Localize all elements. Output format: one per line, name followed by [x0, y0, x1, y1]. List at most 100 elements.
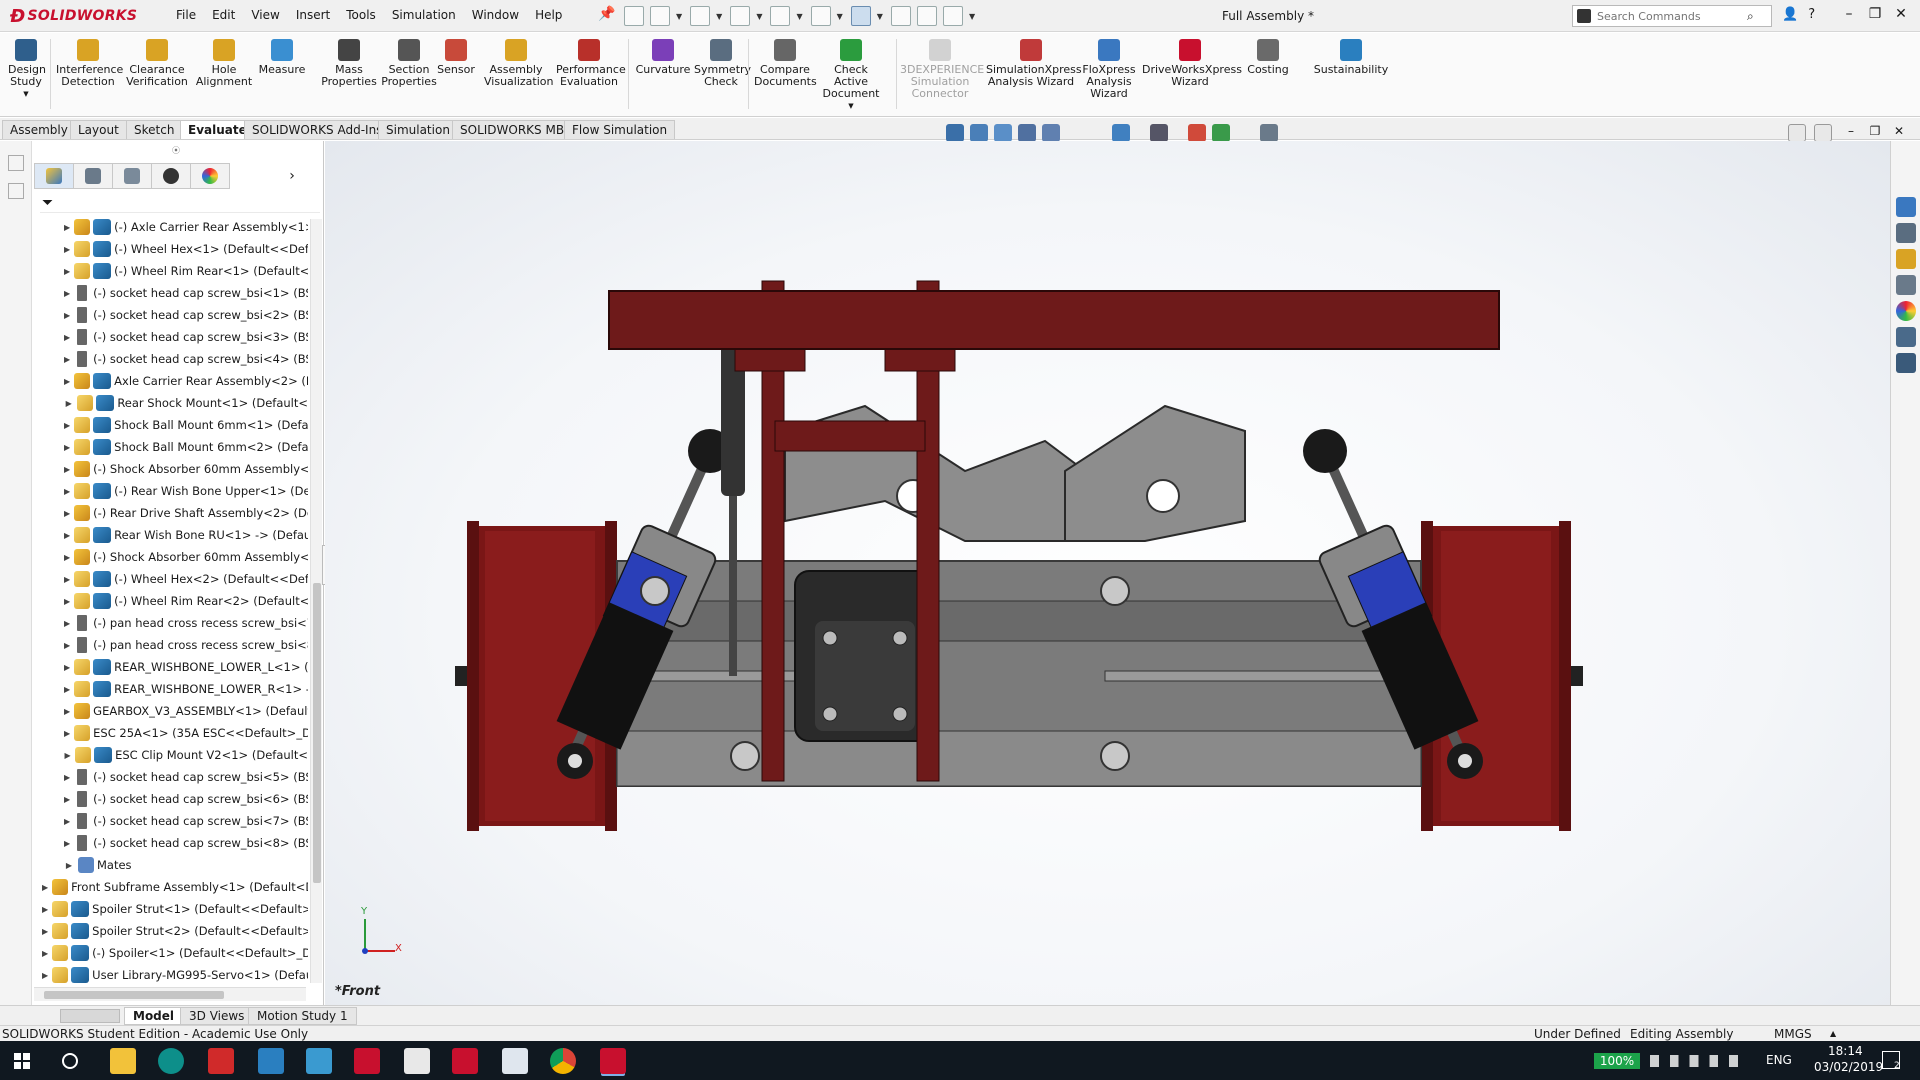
tree-item[interactable]: ▶ GEARBOX_V3_ASSEMBLY<1> (Default: [32, 700, 308, 722]
tree-item[interactable]: ▶ Axle Carrier Rear Assembly<2> (D: [32, 370, 308, 392]
clock-date[interactable]: 03/02/2019: [1814, 1060, 1883, 1074]
ribbon-button-curvature[interactable]: Curvature: [634, 39, 692, 76]
tree-item[interactable]: ▶ (-) socket head cap screw_bsi<6> (BS: [32, 788, 308, 810]
tree-item[interactable]: ▶ (-) Spoiler<1> (Default<<Default>_Di: [32, 942, 308, 964]
unit-system[interactable]: MMGS: [1774, 1027, 1812, 1041]
design-library-icon[interactable]: [1895, 223, 1916, 243]
print-icon[interactable]: [770, 6, 791, 26]
language-indicator[interactable]: ENG: [1766, 1053, 1792, 1067]
tree-item[interactable]: ▶ (-) Wheel Rim Rear<2> (Default<: [32, 590, 308, 612]
tree-item[interactable]: ▶ (-) pan head cross recess screw_bsi<8:: [32, 634, 308, 656]
tree-item[interactable]: ▶ (-) Axle Carrier Rear Assembly<1>: [32, 216, 308, 238]
chevron-down-icon[interactable]: ▼: [837, 12, 843, 21]
bottom-tab-motion-study-1[interactable]: Motion Study 1: [248, 1007, 357, 1025]
tree-item[interactable]: ▶ (-) socket head cap screw_bsi<3> (BS: [32, 326, 308, 348]
zoom-to-area-icon[interactable]: [970, 124, 988, 142]
ribbon-button-assembly-visualization[interactable]: Assembly Visualization: [484, 39, 553, 88]
expand-arrow-icon[interactable]: ▶: [64, 685, 70, 694]
ribbon-button-hole-alignment[interactable]: Hole Alignment: [194, 39, 254, 88]
tree-item[interactable]: ▶ Front Subframe Assembly<1> (Default<Di: [32, 876, 308, 898]
search-box[interactable]: ⌕: [1572, 5, 1772, 27]
expand-arrow-icon[interactable]: ▶: [64, 333, 70, 342]
scrollbar-thumb[interactable]: [313, 583, 321, 883]
chevron-down-icon[interactable]: ▼: [818, 100, 884, 112]
foxit-taskbar-icon[interactable]: [208, 1048, 234, 1074]
expand-arrow-icon[interactable]: ▶: [64, 597, 70, 606]
section-view-icon[interactable]: [1018, 124, 1036, 142]
expand-arrow-icon[interactable]: ▶: [64, 707, 70, 716]
tree-item[interactable]: ▶ Rear Shock Mount<1> (Default<: [32, 392, 308, 414]
expand-arrow-icon[interactable]: ▶: [42, 927, 48, 936]
tree-item[interactable]: ▶ (-) Shock Absorber 60mm Assembly<: [32, 458, 308, 480]
expand-arrow-icon[interactable]: ▶: [64, 575, 70, 584]
menu-file[interactable]: File: [176, 8, 196, 22]
expand-arrow-icon[interactable]: ▶: [64, 443, 70, 452]
menu-insert[interactable]: Insert: [296, 8, 330, 22]
ribbon-button-costing[interactable]: Costing: [1244, 39, 1292, 76]
expand-arrow-icon[interactable]: ▶: [64, 531, 70, 540]
tree-item[interactable]: ▶ Shock Ball Mount 6mm<2> (Defa: [32, 436, 308, 458]
tree-item[interactable]: ▶ (-) socket head cap screw_bsi<8> (BS: [32, 832, 308, 854]
expand-arrow-icon[interactable]: ▶: [64, 267, 70, 276]
file-explorer-taskbar-icon[interactable]: [110, 1048, 136, 1074]
graphics-area[interactable]: Y X *Front: [325, 141, 1890, 1005]
view-palette-icon[interactable]: [1895, 275, 1916, 295]
custom-properties-icon[interactable]: [1895, 327, 1916, 347]
tree-item[interactable]: ▶ Spoiler Strut<2> (Default<<Default>_: [32, 920, 308, 942]
chevron-up-icon[interactable]: ▲: [1830, 1029, 1836, 1038]
scrollbar-thumb[interactable]: [44, 991, 224, 999]
expand-arrow-icon[interactable]: ▶: [42, 883, 48, 892]
feature-manager-tab[interactable]: [34, 163, 74, 189]
bottom-tab-model[interactable]: Model: [124, 1007, 184, 1025]
tree-item[interactable]: ▶ (-) Rear Drive Shaft Assembly<2> (Def: [32, 502, 308, 524]
dynamic-annotation-icon[interactable]: [1042, 124, 1060, 142]
configuration-manager-tab[interactable]: [112, 163, 152, 189]
select-icon[interactable]: [850, 6, 871, 26]
cortana-search-icon[interactable]: [62, 1053, 78, 1069]
tree-item[interactable]: ▶ (-) socket head cap screw_bsi<1> (BS: [32, 282, 308, 304]
right-drive-shaft[interactable]: [1104, 670, 1422, 682]
menu-edit[interactable]: Edit: [212, 8, 235, 22]
viewport-restore-icon[interactable]: [1788, 124, 1806, 142]
tree-item[interactable]: ▶ Rear Wish Bone RU<1> -> (Defau: [32, 524, 308, 546]
restore-icon[interactable]: ❐: [1862, 6, 1888, 22]
ribbon-button-driveworksxpress[interactable]: DriveWorksXpress Wizard: [1142, 39, 1242, 88]
ribbon-button-floxpress[interactable]: FloXpress Analysis Wizard: [1080, 39, 1138, 100]
tab-solidworks-add-ins[interactable]: SOLIDWORKS Add-Ins: [244, 120, 391, 139]
file-explorer-icon[interactable]: [1895, 249, 1916, 269]
display-manager-tab[interactable]: [190, 163, 230, 189]
tab-layout[interactable]: Layout: [70, 120, 127, 139]
new-document-icon[interactable]: [650, 6, 670, 26]
tree-item[interactable]: ▶ ESC Clip Mount V2<1> (Default<: [32, 744, 308, 766]
expand-arrow-icon[interactable]: ▶: [64, 619, 70, 628]
hide-show-items-icon[interactable]: [1188, 124, 1206, 142]
expand-arrow-icon[interactable]: ▶: [64, 223, 70, 232]
tab-assembly[interactable]: Assembly: [2, 120, 76, 139]
filter-icon[interactable]: ⏷: [42, 195, 53, 211]
chevron-down-icon[interactable]: ▼: [756, 12, 762, 21]
options-gear-icon[interactable]: [942, 6, 963, 26]
file-properties-icon[interactable]: [916, 6, 937, 26]
menu-tools[interactable]: Tools: [346, 8, 376, 22]
tree-item[interactable]: ▶ User Library-MG995-Servo<1> (Defau: [32, 964, 308, 986]
ribbon-button-design-study[interactable]: Design Study ▼: [8, 39, 46, 100]
gearbox[interactable]: [794, 570, 936, 742]
expand-arrow-icon[interactable]: ▶: [64, 663, 70, 672]
expand-arrow-icon[interactable]: ▶: [64, 773, 70, 782]
tree-item[interactable]: ▶ ESC 25A<1> (35A ESC<<Default>_Disp: [32, 722, 308, 744]
tree-item[interactable]: ▶ (-) socket head cap screw_bsi<7> (BS: [32, 810, 308, 832]
tab-sketch[interactable]: Sketch: [126, 120, 183, 139]
expand-arrow-icon[interactable]: ▶: [64, 839, 70, 848]
window-app-taskbar-icon[interactable]: [306, 1048, 332, 1074]
tree-item[interactable]: ▶ (-) Wheel Rim Rear<1> (Default<: [32, 260, 308, 282]
windows-start-icon[interactable]: [14, 1053, 30, 1069]
solidworks-2018-taskbar-icon[interactable]: [452, 1048, 478, 1074]
clock-time[interactable]: 18:14: [1828, 1044, 1863, 1058]
expand-arrow-icon[interactable]: ▶: [64, 377, 70, 386]
menu-simulation[interactable]: Simulation: [392, 8, 456, 22]
ribbon-button-section-properties[interactable]: Section Properties: [380, 39, 438, 88]
tree-item[interactable]: ▶ (-) Shock Absorber 60mm Assembly<: [32, 546, 308, 568]
expand-arrow-icon[interactable]: ▶: [64, 355, 70, 364]
chevron-down-icon[interactable]: ▼: [969, 12, 975, 21]
solidworks-resources-icon[interactable]: [1895, 197, 1916, 217]
